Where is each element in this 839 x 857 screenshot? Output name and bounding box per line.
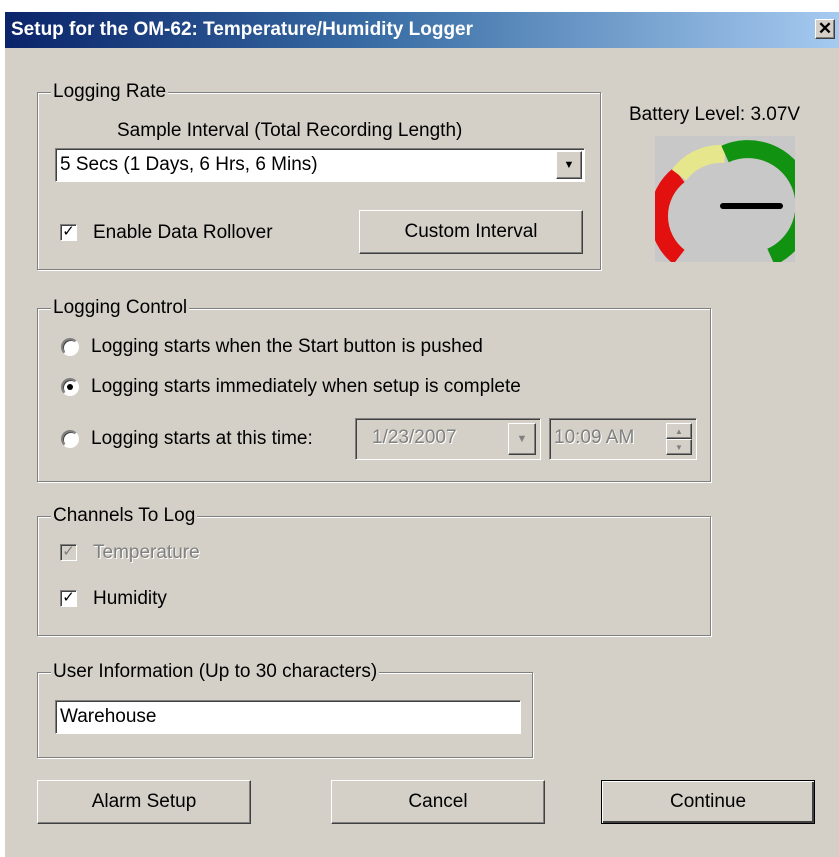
battery-gauge xyxy=(649,136,814,266)
alarm-setup-button[interactable]: Alarm Setup xyxy=(37,780,251,824)
check-icon: ✓ xyxy=(62,543,75,560)
spin-down-icon: ▼ xyxy=(675,442,683,452)
setup-dialog: Setup for the OM-62: Temperature/Humidit… xyxy=(4,12,839,857)
temperature-label: Temperature xyxy=(93,542,200,563)
user-info-input[interactable]: Warehouse xyxy=(55,700,521,734)
sample-interval-value: 5 Secs (1 Days, 6 Hrs, 6 Mins) xyxy=(60,154,318,175)
start-time-picker[interactable]: 10:09 AM ▲ ▼ xyxy=(549,418,697,460)
sample-interval-select[interactable]: 5 Secs (1 Days, 6 Hrs, 6 Mins) ▼ xyxy=(55,148,585,182)
radio-start-at-time[interactable] xyxy=(61,430,79,448)
cancel-button[interactable]: Cancel xyxy=(331,780,545,824)
start-date-dropdown-button[interactable]: ▼ xyxy=(508,423,536,455)
close-button[interactable]: ✕ xyxy=(815,19,835,39)
custom-interval-label: Custom Interval xyxy=(404,221,538,242)
start-date-value: 1/23/2007 xyxy=(372,427,457,448)
channels-group xyxy=(37,516,711,636)
continue-button[interactable]: Continue xyxy=(601,780,815,824)
logging-rate-legend: Logging Rate xyxy=(51,81,169,103)
chevron-down-icon: ▼ xyxy=(563,159,575,171)
sample-interval-caption: Sample Interval (Total Recording Length) xyxy=(117,120,463,141)
radio-start-immediately-label[interactable]: Logging starts immediately when setup is… xyxy=(91,376,521,398)
start-time-spin-down[interactable]: ▼ xyxy=(666,439,692,455)
gauge-mid-segment xyxy=(671,144,726,181)
battery-level-label: Battery Level: 3.07V xyxy=(629,104,801,125)
check-icon: ✓ xyxy=(62,223,75,240)
temperature-checkbox: ✓ xyxy=(60,544,77,561)
gauge-low-segment xyxy=(649,167,685,265)
radio-start-at-time-label[interactable]: Logging starts at this time: xyxy=(91,428,313,450)
radio-start-button[interactable] xyxy=(61,338,79,356)
humidity-label: Humidity xyxy=(93,588,167,609)
window-title: Setup for the OM-62: Temperature/Humidit… xyxy=(11,19,474,40)
enable-rollover-label: Enable Data Rollover xyxy=(93,222,273,243)
custom-interval-button[interactable]: Custom Interval xyxy=(359,210,583,254)
battery-gauge-svg xyxy=(649,140,814,266)
alarm-setup-label: Alarm Setup xyxy=(91,791,197,812)
spin-up-icon: ▲ xyxy=(675,426,683,436)
radio-start-immediately[interactable] xyxy=(61,378,79,396)
cancel-label: Cancel xyxy=(408,791,468,812)
radio-start-button-label[interactable]: Logging starts when the Start button is … xyxy=(91,336,483,358)
logging-control-legend: Logging Control xyxy=(51,297,190,319)
radio-selected-dot xyxy=(67,384,73,390)
check-icon: ✓ xyxy=(62,589,75,606)
close-icon: ✕ xyxy=(817,19,833,38)
start-time-value: 10:09 AM xyxy=(554,427,635,448)
enable-rollover-checkbox[interactable]: ✓ xyxy=(60,224,77,241)
title-bar[interactable]: Setup for the OM-62: Temperature/Humidit… xyxy=(5,12,839,48)
user-info-value: Warehouse xyxy=(60,706,157,727)
humidity-checkbox[interactable]: ✓ xyxy=(60,590,77,607)
chevron-down-icon: ▼ xyxy=(516,433,528,445)
start-time-spin-up[interactable]: ▲ xyxy=(666,423,692,439)
user-info-legend: User Information (Up to 30 characters) xyxy=(51,661,380,683)
continue-label: Continue xyxy=(669,791,747,812)
sample-interval-dropdown-button[interactable]: ▼ xyxy=(556,151,582,179)
start-date-picker[interactable]: 1/23/2007 ▼ xyxy=(355,418,541,460)
channels-legend: Channels To Log xyxy=(51,505,198,527)
